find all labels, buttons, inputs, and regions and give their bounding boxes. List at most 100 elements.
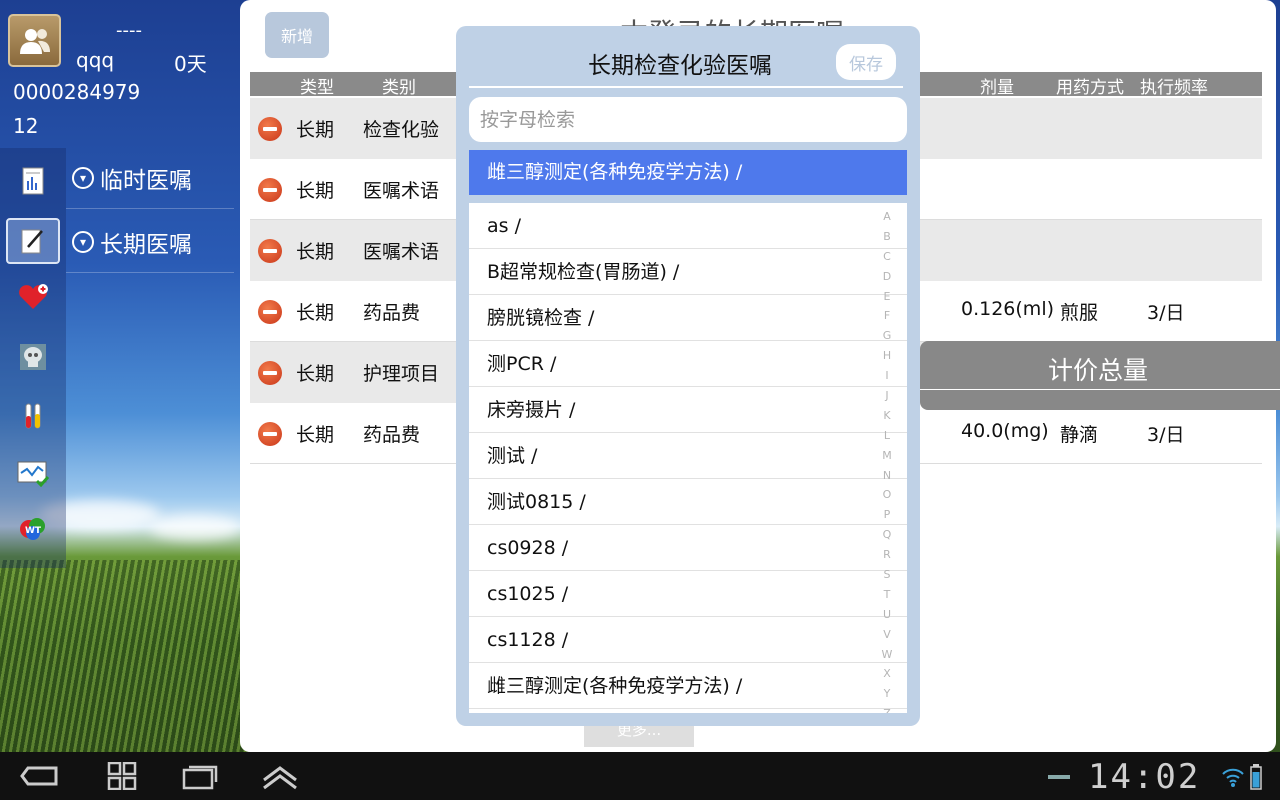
list-item[interactable]: 雌三醇测定(各种免疫学方法) / [469, 663, 907, 709]
days-count: 0天 [174, 52, 207, 76]
back-icon[interactable] [20, 762, 60, 790]
alphabet-index[interactable]: ABCDEFGHIJKLMNOPQRSTUVWXYZ [875, 207, 899, 713]
alphabet-letter[interactable]: Z [875, 704, 899, 713]
alphabet-letter[interactable]: S [875, 565, 899, 585]
patient-name: ---- [116, 20, 142, 41]
row-type: 长期 [296, 180, 335, 202]
alphabet-letter[interactable]: C [875, 247, 899, 267]
row-type: 长期 [296, 424, 335, 446]
list-item[interactable]: B超常规检查(胃肠道) / [469, 249, 907, 295]
list-item[interactable]: cs1025 / [469, 571, 907, 617]
alphabet-letter[interactable]: W [875, 645, 899, 665]
row-usage: 煎服 [1060, 302, 1099, 324]
patient-id: 0000284979 [13, 80, 141, 104]
alphabet-letter[interactable]: X [875, 664, 899, 684]
alphabet-letter[interactable]: K [875, 406, 899, 426]
menu-temporary-label: 临时医嘱 [100, 168, 192, 194]
alphabet-letter[interactable]: D [875, 267, 899, 287]
alphabet-letter[interactable]: Y [875, 684, 899, 704]
header-dose: 剂量 [980, 78, 1014, 98]
delete-icon[interactable] [258, 117, 282, 141]
row-type: 长期 [296, 241, 335, 263]
wifi-icon [1222, 768, 1244, 787]
grass-field [0, 560, 250, 752]
list-item[interactable]: 膀胱镜检查 / [469, 295, 907, 341]
menu-longterm-orders[interactable]: ▾ 长期医嘱 [72, 212, 234, 272]
add-button[interactable]: 新增 [265, 12, 329, 58]
alphabet-letter[interactable]: B [875, 227, 899, 247]
dialog-divider [469, 86, 903, 88]
row-frequency: 3/日 [1147, 302, 1185, 324]
list-item[interactable]: 测试 / [469, 433, 907, 479]
row-frequency: 3/日 [1147, 424, 1185, 446]
skull-xray-icon[interactable] [6, 334, 60, 380]
delete-icon[interactable] [258, 422, 282, 446]
monitor-check-icon[interactable] [6, 450, 60, 496]
delete-icon[interactable] [258, 300, 282, 324]
bed-number: 12 [13, 114, 39, 138]
test-tube-icon[interactable] [6, 394, 60, 440]
row-type: 长期 [296, 119, 335, 141]
alphabet-letter[interactable]: O [875, 485, 899, 505]
alphabet-letter[interactable]: U [875, 605, 899, 625]
list-item[interactable]: 测PCR / [469, 341, 907, 387]
home-grid-icon[interactable] [102, 762, 142, 790]
battery-icon [1250, 764, 1262, 790]
alphabet-letter[interactable]: I [875, 366, 899, 386]
header-type: 类型 [300, 78, 334, 98]
edit-order-icon[interactable] [6, 218, 60, 264]
alphabet-letter[interactable]: A [875, 207, 899, 227]
alphabet-letter[interactable]: N [875, 466, 899, 486]
menu-divider [66, 208, 234, 209]
row-type: 长期 [296, 363, 335, 385]
menu-temporary-orders[interactable]: ▾ 临时医嘱 [72, 148, 234, 208]
save-button[interactable]: 保存 [836, 44, 896, 80]
report-list-icon[interactable] [6, 158, 60, 204]
selected-item[interactable]: 雌三醇测定(各种免疫学方法) / [469, 150, 907, 195]
alphabet-letter[interactable]: R [875, 545, 899, 565]
alphabet-letter[interactable]: F [875, 306, 899, 326]
left-icon-bar: WT [0, 148, 66, 568]
users-icon [19, 28, 50, 54]
delete-icon[interactable] [258, 239, 282, 263]
username: qqq [76, 48, 115, 72]
order-list[interactable]: as / B超常规检查(胃肠道) / 膀胱镜检查 / 测PCR / 床旁摄片 /… [469, 203, 907, 713]
recent-apps-icon[interactable] [180, 762, 220, 790]
wt-app-icon[interactable]: WT [6, 506, 60, 552]
list-item[interactable]: cs0928 / [469, 525, 907, 571]
alphabet-letter[interactable]: E [875, 287, 899, 307]
cloud [150, 515, 240, 540]
price-total-bar[interactable]: 计价总量 [920, 341, 1280, 410]
user-avatar[interactable] [8, 14, 61, 67]
chevron-down-icon: ▾ [72, 167, 94, 189]
delete-icon[interactable] [258, 361, 282, 385]
header-frequency: 执行频率 [1140, 78, 1208, 98]
alphabet-letter[interactable]: Q [875, 525, 899, 545]
svg-text:WT: WT [25, 526, 42, 536]
row-category: 药品费 [363, 424, 421, 446]
row-type: 长期 [296, 302, 335, 324]
row-dose: 40.0(mg) [961, 420, 1049, 442]
list-item[interactable]: 测试0815 / [469, 479, 907, 525]
alphabet-letter[interactable]: H [875, 346, 899, 366]
notification-icon[interactable] [1048, 775, 1070, 779]
system-bar: 14:02 [0, 752, 1280, 800]
heart-health-icon[interactable] [6, 274, 60, 320]
alphabet-letter[interactable]: L [875, 426, 899, 446]
list-item[interactable]: 床旁摄片 / [469, 387, 907, 433]
delete-icon[interactable] [258, 178, 282, 202]
alphabet-letter[interactable]: P [875, 505, 899, 525]
alphabet-letter[interactable]: J [875, 386, 899, 406]
letter-search-input[interactable] [469, 97, 907, 142]
alphabet-letter[interactable]: V [875, 625, 899, 645]
row-category: 药品费 [363, 302, 421, 324]
order-picker-dialog: 长期检查化验医嘱 保存 雌三醇测定(各种免疫学方法) / as / B超常规检查… [456, 26, 920, 726]
alphabet-letter[interactable]: T [875, 585, 899, 605]
row-category: 医嘱术语 [363, 180, 440, 202]
clock: 14:02 [1088, 757, 1201, 797]
list-item[interactable]: as / [469, 203, 907, 249]
alphabet-letter[interactable]: G [875, 326, 899, 346]
menu-up-icon[interactable] [260, 762, 300, 790]
alphabet-letter[interactable]: M [875, 446, 899, 466]
list-item[interactable]: cs1128 / [469, 617, 907, 663]
